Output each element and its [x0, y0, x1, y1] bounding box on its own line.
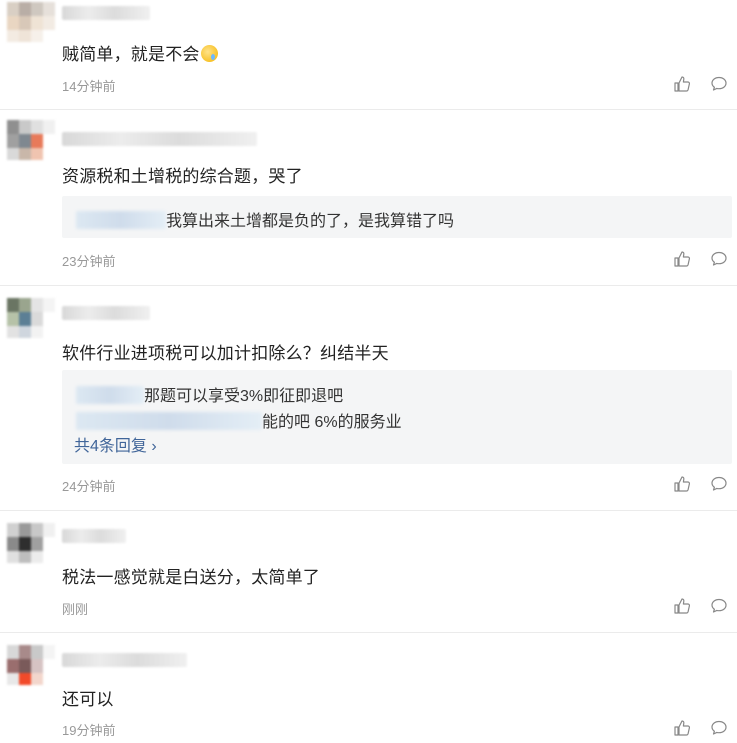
- reply-item[interactable]: 能的吧 6%的服务业: [76, 408, 402, 432]
- comment-time: 刚刚: [62, 602, 89, 617]
- comment-bubble-icon[interactable]: [710, 597, 728, 615]
- comment-time: 24分钟前: [62, 479, 116, 494]
- chevron-right-icon: ›: [146, 438, 157, 455]
- reply-item[interactable]: 那题可以享受3%即征即退吧: [76, 382, 343, 406]
- comment-bubble-icon[interactable]: [710, 250, 728, 268]
- reply-box: 我算出来土增都是负的了，是我算错了吗: [62, 196, 732, 238]
- avatar[interactable]: [7, 120, 55, 160]
- comment-text: 税法一感觉就是白送分，太简单了: [62, 568, 320, 587]
- sad-face-icon: [200, 45, 218, 62]
- username[interactable]: [62, 306, 150, 320]
- more-replies-link[interactable]: 共4条回复 ›: [74, 432, 157, 456]
- thumbs-up-icon[interactable]: [673, 475, 691, 493]
- comment-bubble-icon[interactable]: [710, 75, 728, 93]
- comment-bubble-icon[interactable]: [710, 475, 728, 493]
- thumbs-up-icon[interactable]: [673, 597, 691, 615]
- reply-item[interactable]: 我算出来土增都是负的了，是我算错了吗: [76, 207, 454, 231]
- avatar[interactable]: [7, 2, 55, 42]
- reply-username[interactable]: [76, 211, 166, 229]
- divider: [0, 109, 737, 110]
- divider: [0, 510, 737, 511]
- thumbs-up-icon[interactable]: [673, 75, 691, 93]
- comment-time: 14分钟前: [62, 79, 116, 94]
- username[interactable]: [62, 653, 187, 667]
- username[interactable]: [62, 529, 126, 543]
- divider: [0, 285, 737, 286]
- comment-bubble-icon[interactable]: [710, 719, 728, 737]
- comment-time: 23分钟前: [62, 254, 116, 269]
- reply-box: 那题可以享受3%即征即退吧 能的吧 6%的服务业 共4条回复 ›: [62, 370, 732, 464]
- thumbs-up-icon[interactable]: [673, 719, 691, 737]
- reply-username[interactable]: [76, 386, 144, 404]
- username[interactable]: [62, 132, 257, 146]
- avatar[interactable]: [7, 298, 55, 338]
- comment-text: 资源税和土增税的综合题，哭了: [62, 167, 303, 186]
- avatar[interactable]: [7, 645, 55, 685]
- reply-username[interactable]: [76, 412, 262, 430]
- comment-text: 软件行业进项税可以加计扣除么？纠结半天: [62, 344, 389, 363]
- avatar[interactable]: [7, 523, 55, 563]
- comment-text: 还可以: [62, 690, 114, 709]
- divider: [0, 632, 737, 633]
- thumbs-up-icon[interactable]: [673, 250, 691, 268]
- comment-text: 贼简单，就是不会: [62, 40, 218, 65]
- username[interactable]: [62, 6, 150, 20]
- comment-time: 19分钟前: [62, 723, 116, 738]
